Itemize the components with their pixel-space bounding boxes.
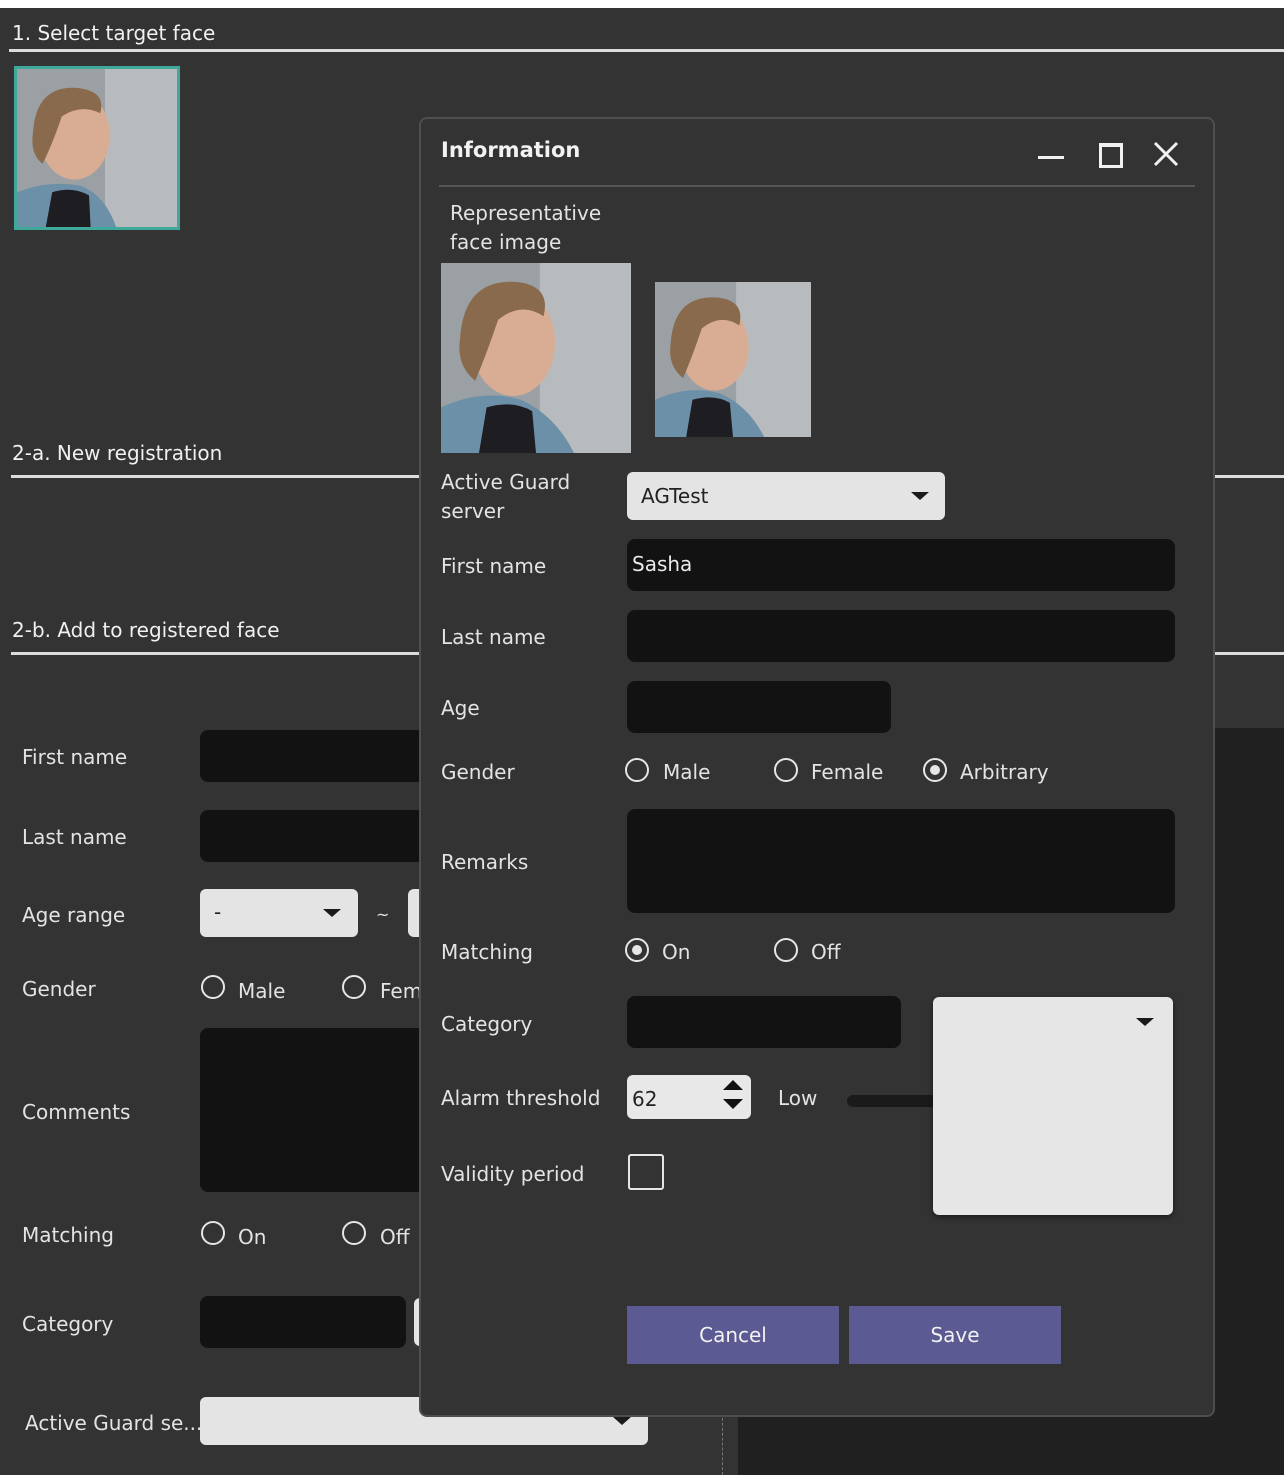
close-icon <box>1153 141 1179 167</box>
active-guard-value: AGTest <box>641 484 709 508</box>
bg-matching-off-label: Off <box>380 1225 410 1249</box>
chevron-down-icon <box>323 909 341 917</box>
alarm-threshold-value: 62 <box>632 1087 658 1111</box>
maximize-icon <box>1099 143 1123 168</box>
matching-off-label: Off <box>811 940 841 964</box>
target-face-thumbnail[interactable] <box>14 66 180 230</box>
active-guard-label-line2: server <box>441 499 505 523</box>
spin-up-icon[interactable] <box>723 1080 743 1090</box>
active-guard-select[interactable]: AGTest <box>627 472 945 520</box>
bg-matching-on-label: On <box>238 1225 267 1249</box>
cancel-button[interactable]: Cancel <box>627 1306 839 1364</box>
section-2a-title: 2-a. New registration <box>12 441 223 465</box>
category-dropdown-popup[interactable] <box>933 997 1173 1215</box>
bg-category-label: Category <box>22 1312 114 1336</box>
validity-period-checkbox[interactable] <box>628 1154 664 1190</box>
age-label: Age <box>441 696 480 720</box>
bg-category-input[interactable] <box>200 1296 406 1348</box>
rep-image-label: Representative face image <box>450 201 602 254</box>
bg-first-name-input[interactable] <box>200 730 430 782</box>
minimize-button[interactable] <box>1037 144 1065 172</box>
bg-matching-on-radio[interactable] <box>201 1221 225 1245</box>
representative-face-image <box>441 263 631 453</box>
section-1-title: 1. Select target face <box>12 21 216 45</box>
bg-gender-male-radio[interactable] <box>201 975 225 999</box>
alarm-threshold-label: Alarm threshold <box>441 1086 601 1110</box>
save-button[interactable]: Save <box>849 1306 1061 1364</box>
gender-arbitrary-radio[interactable] <box>923 758 947 782</box>
category-label: Category <box>441 1012 533 1036</box>
bg-gender-female-radio[interactable] <box>342 975 366 999</box>
panel-splitter <box>722 1418 723 1475</box>
first-name-value: Sasha <box>632 552 693 576</box>
bg-comments-label: Comments <box>22 1100 131 1124</box>
dialog-header-divider <box>439 185 1195 187</box>
age-input[interactable] <box>627 681 891 733</box>
bg-first-name-label: First name <box>22 745 128 769</box>
spin-down-icon[interactable] <box>723 1099 743 1109</box>
gender-label: Gender <box>441 760 515 784</box>
threshold-slider-track[interactable] <box>847 1095 937 1107</box>
bg-matching-label: Matching <box>22 1223 114 1247</box>
active-guard-label-line1: Active Guard <box>441 470 571 494</box>
dialog-title: Information <box>441 138 581 162</box>
minimize-icon <box>1038 156 1064 159</box>
matching-on-radio[interactable] <box>625 938 649 962</box>
bg-gender-female-label: Fem <box>380 979 423 1003</box>
section-2b-title: 2-b. Add to registered face <box>12 618 280 642</box>
category-input[interactable] <box>627 996 901 1048</box>
close-button[interactable] <box>1151 139 1181 169</box>
bg-comments-input[interactable] <box>200 1028 430 1192</box>
chevron-down-icon <box>613 1417 631 1425</box>
chevron-down-icon <box>1136 1018 1154 1026</box>
bg-age-range-separator: ~ <box>376 905 390 924</box>
chevron-down-icon <box>911 492 929 500</box>
bg-matching-off-radio[interactable] <box>342 1221 366 1245</box>
bg-last-name-label: Last name <box>22 825 127 849</box>
bg-gender-label: Gender <box>22 977 96 1001</box>
gender-male-label: Male <box>663 760 711 784</box>
bg-age-min-select[interactable]: - <box>200 889 358 937</box>
validity-period-label: Validity period <box>441 1162 585 1186</box>
remarks-input[interactable] <box>627 809 1175 913</box>
matching-off-radio[interactable] <box>774 938 798 962</box>
gender-male-radio[interactable] <box>625 758 649 782</box>
gender-arbitrary-label: Arbitrary <box>960 760 1049 784</box>
maximize-button[interactable] <box>1097 141 1125 169</box>
bg-gender-male-label: Male <box>238 979 286 1003</box>
bg-active-guard-label: Active Guard se... <box>25 1411 203 1435</box>
section-1-divider <box>9 49 1284 52</box>
matching-label: Matching <box>441 940 533 964</box>
last-name-input[interactable] <box>627 610 1175 662</box>
remarks-label: Remarks <box>441 850 529 874</box>
bg-age-min-value: - <box>214 900 222 924</box>
bg-age-range-label: Age range <box>22 903 126 927</box>
gender-female-label: Female <box>811 760 884 784</box>
gender-female-radio[interactable] <box>774 758 798 782</box>
low-label: Low <box>778 1086 818 1110</box>
top-strip <box>0 0 1284 8</box>
last-name-label: Last name <box>441 625 546 649</box>
first-name-input[interactable]: Sasha <box>627 539 1175 591</box>
alarm-threshold-spinner[interactable]: 62 <box>627 1075 751 1119</box>
bg-last-name-input[interactable] <box>200 810 430 862</box>
information-dialog: Information Representative face image Ac… <box>419 117 1215 1417</box>
alternate-face-image[interactable] <box>655 282 811 437</box>
first-name-label: First name <box>441 554 547 578</box>
matching-on-label: On <box>662 940 691 964</box>
face-photo <box>17 69 177 227</box>
